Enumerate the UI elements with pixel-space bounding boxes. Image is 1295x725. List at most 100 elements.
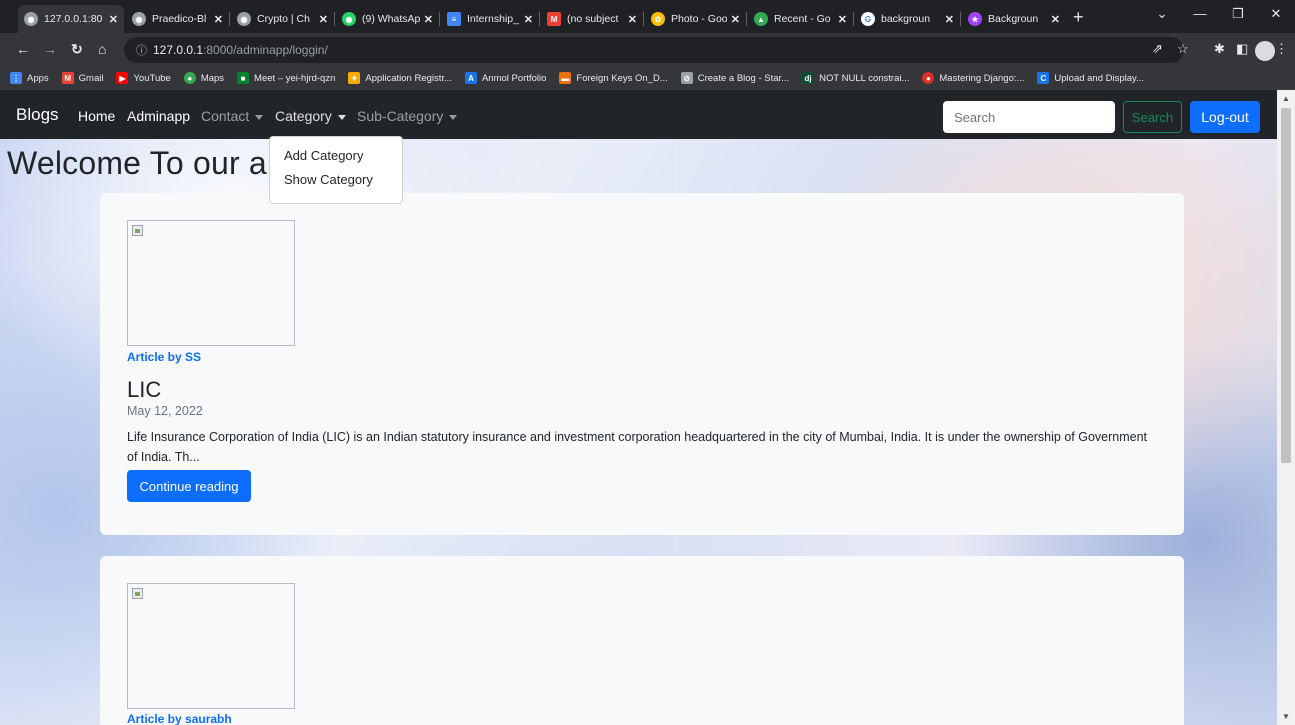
extensions-puzzle-icon[interactable]: ✱ <box>1214 41 1225 57</box>
side-panel-icon[interactable]: ◧ <box>1236 41 1248 57</box>
browser-tab[interactable]: M (no subject ✕ <box>541 5 643 33</box>
globe-icon: ◉ <box>237 12 251 26</box>
dropdown-item-add-category[interactable]: Add Category <box>270 144 402 168</box>
page-viewport: Blogs Home Adminapp Contact Category Sub… <box>0 90 1277 725</box>
bookmark-label: Maps <box>200 72 225 84</box>
bookmark-application[interactable]: ✦ Application Registr... <box>348 72 452 84</box>
navbar-brand[interactable]: Blogs <box>16 105 59 125</box>
close-icon[interactable]: ✕ <box>628 13 637 26</box>
bookmark-mastering-django[interactable]: ● Mastering Django:... <box>922 72 1024 84</box>
caret-down-icon <box>337 114 346 120</box>
nav-home[interactable]: Home <box>78 108 115 124</box>
bookmark-gmail[interactable]: M Gmail <box>61 72 103 84</box>
post-card: Article by SS LIC May 12, 2022 Life Insu… <box>100 193 1184 535</box>
browser-tab[interactable]: G backgroun ✕ <box>855 5 960 33</box>
restore-icon[interactable]: ❐ <box>1219 6 1257 22</box>
close-icon[interactable]: ✕ <box>838 13 847 26</box>
browser-tab-active[interactable]: ◉ 127.0.0.1:80 ✕ <box>18 5 124 33</box>
continue-reading-button[interactable]: Continue reading <box>127 470 251 502</box>
nav-contact[interactable]: Contact <box>201 108 264 124</box>
logout-button[interactable]: Log-out <box>1190 101 1260 133</box>
minimize-icon[interactable]: — <box>1181 6 1219 22</box>
bookmark-label: Foreign Keys On_D... <box>576 72 668 84</box>
close-icon[interactable]: ✕ <box>424 13 433 26</box>
close-icon[interactable]: ✕ <box>945 13 954 26</box>
post-title: LIC <box>127 377 162 402</box>
close-window-icon[interactable]: ✕ <box>1257 6 1295 22</box>
gmail-icon: M <box>61 72 74 84</box>
youtube-icon: ▶ <box>116 72 129 84</box>
search-button[interactable]: Search <box>1123 101 1182 133</box>
tab-separator <box>853 12 854 26</box>
bookmark-create-blog[interactable]: ⊘ Create a Blog - Star... <box>680 72 789 84</box>
browser-tab[interactable]: ✿ Photo - Goo ✕ <box>645 5 746 33</box>
address-bar[interactable]: ⓘ 127.0.0.1:8000/adminapp/loggin/ <box>124 37 1184 63</box>
bookmark-portfolio[interactable]: A Anmol Portfolio <box>464 72 547 84</box>
address-host: 127.0.0.1 <box>153 43 204 57</box>
dropdown-item-show-category[interactable]: Show Category <box>270 168 402 192</box>
browser-tab[interactable]: ◉ Praedico-Bl ✕ <box>126 5 229 33</box>
bookmark-meet[interactable]: ■ Meet – yei-hjrd-qzn <box>237 72 335 84</box>
nav-adminapp[interactable]: Adminapp <box>127 108 190 124</box>
reload-icon[interactable]: ↻ <box>71 41 83 58</box>
bookmark-upload[interactable]: C Upload and Display... <box>1037 72 1144 84</box>
close-icon[interactable]: ✕ <box>214 13 223 26</box>
category-dropdown-menu: Add Category Show Category <box>269 136 403 204</box>
portfolio-icon: A <box>464 72 477 84</box>
browser-tab[interactable]: ≡ Internship_ ✕ <box>441 5 539 33</box>
search-input[interactable] <box>943 101 1115 133</box>
bookmark-foreign-keys[interactable]: ▬ Foreign Keys On_D... <box>559 72 668 84</box>
google-icon: G <box>861 12 875 26</box>
bookmark-apps[interactable]: ⋮ Apps <box>10 72 49 84</box>
share-icon[interactable]: ⇗ <box>1152 41 1163 57</box>
close-icon[interactable]: ✕ <box>319 13 328 26</box>
close-icon[interactable]: ✕ <box>731 13 740 26</box>
browser-tab[interactable]: ▲ Recent - Go ✕ <box>748 5 853 33</box>
tab-label: Backgroun <box>988 13 1039 25</box>
bookmark-not-null[interactable]: dj NOT NULL constrai... <box>802 72 909 84</box>
broken-image-icon <box>132 225 143 236</box>
tab-separator <box>960 12 961 26</box>
maps-pin-icon: ● <box>183 72 196 84</box>
bookmark-youtube[interactable]: ▶ YouTube <box>116 72 171 84</box>
home-icon[interactable]: ⌂ <box>98 41 106 57</box>
bookmark-maps[interactable]: ● Maps <box>183 72 225 84</box>
browser-tab[interactable]: ★ Backgroun ✕ <box>962 5 1066 33</box>
post-author[interactable]: Article by SS <box>127 350 201 364</box>
address-path: :8000/adminapp/loggin/ <box>203 43 328 57</box>
profile-avatar[interactable] <box>1255 41 1275 61</box>
tab-separator <box>746 12 747 26</box>
bookmarks-bar: ⋮ Apps M Gmail ▶ YouTube ● Maps ■ Meet – yei-… <box>0 67 1295 90</box>
tab-separator <box>229 12 230 26</box>
back-arrow-icon[interactable]: ← <box>16 41 30 57</box>
scroll-up-arrow-icon[interactable]: ▲ <box>1282 94 1290 103</box>
close-icon[interactable]: ✕ <box>524 13 533 26</box>
tab-label: Photo - Goo <box>671 13 727 25</box>
bookmark-star-icon[interactable]: ☆ <box>1177 41 1189 57</box>
photos-icon: ✿ <box>651 12 665 26</box>
drive-icon: ▲ <box>754 12 768 26</box>
tab-label: Praedico-Bl <box>152 13 207 25</box>
new-tab-plus-icon[interactable]: + <box>1073 8 1084 26</box>
post-author[interactable]: Article by saurabh <box>127 712 232 725</box>
tab-separator <box>643 12 644 26</box>
nav-category[interactable]: Category <box>275 108 346 124</box>
nav-subcategory[interactable]: Sub-Category <box>357 108 458 124</box>
scrollbar-thumb[interactable] <box>1281 108 1291 463</box>
tab-label: Crypto | Ch <box>257 13 310 25</box>
bookmark-label: Anmol Portfolio <box>481 72 547 84</box>
close-icon[interactable]: ✕ <box>1051 13 1060 26</box>
django-icon: dj <box>802 72 815 84</box>
close-icon[interactable]: ✕ <box>109 13 118 26</box>
browser-tab[interactable]: ◉ Crypto | Ch ✕ <box>231 5 334 33</box>
page-scrollbar[interactable]: ▲ ▼ <box>1277 90 1295 725</box>
apps-grid-icon: ⋮ <box>10 72 22 84</box>
stackoverflow-icon: ▬ <box>559 72 572 84</box>
info-icon[interactable]: ⓘ <box>136 42 147 58</box>
globe-icon: ◉ <box>132 12 146 26</box>
scroll-down-arrow-icon[interactable]: ▼ <box>1282 712 1290 721</box>
browser-tab[interactable]: ◉ (9) WhatsAp ✕ <box>336 5 439 33</box>
menu-kebab-icon[interactable]: ⋮ <box>1275 41 1288 57</box>
forward-arrow-icon[interactable]: → <box>43 41 57 57</box>
chevron-down-icon[interactable]: ⌄ <box>1143 6 1181 22</box>
